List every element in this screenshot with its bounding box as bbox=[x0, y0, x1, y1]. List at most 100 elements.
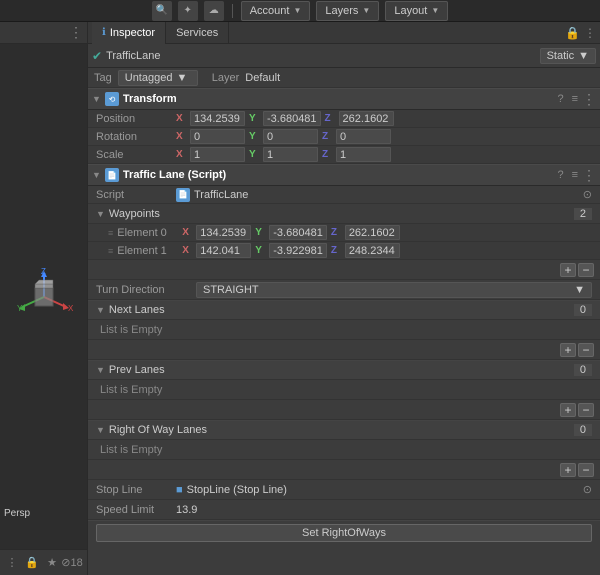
sx-letter: X bbox=[176, 149, 188, 160]
waypoints-header[interactable]: ▼ Waypoints 2 bbox=[88, 204, 600, 224]
script-component-header[interactable]: ▼ 📄 Traffic Lane (Script) ? ≡ ⋮ bbox=[88, 164, 600, 186]
row-add-button[interactable]: + bbox=[560, 463, 576, 477]
tag-value: Untagged bbox=[125, 72, 173, 84]
next-lanes-empty-text: List is Empty bbox=[100, 324, 162, 336]
cloud-icon[interactable]: ☁ bbox=[204, 1, 224, 21]
row-remove-button[interactable]: − bbox=[578, 463, 594, 477]
set-rightofways-button[interactable]: Set RightOfWays bbox=[96, 524, 592, 542]
next-lanes-remove-button[interactable]: − bbox=[578, 343, 594, 357]
layout-button[interactable]: Layout ▼ bbox=[385, 1, 448, 21]
search-icon[interactable]: 🔍 bbox=[152, 1, 172, 21]
left-panel-bottom: ⋮ 🔒 ★ ⊘18 bbox=[0, 549, 87, 575]
rotation-z-value[interactable]: 0 bbox=[336, 129, 391, 144]
e0-x-group: X 134.2539 bbox=[182, 225, 251, 240]
layers-button[interactable]: Layers ▼ bbox=[316, 1, 379, 21]
stop-line-circle-icon[interactable]: ⊙ bbox=[583, 483, 592, 496]
position-z-value[interactable]: 262.1602 bbox=[339, 111, 394, 126]
e1-x-value[interactable]: 142.041 bbox=[196, 243, 251, 258]
e0-z-letter: Z bbox=[331, 227, 343, 238]
rotation-label: Rotation bbox=[96, 131, 176, 143]
lock-tab-icon[interactable]: 🔒 bbox=[565, 26, 580, 40]
position-y-value[interactable]: -3.680481 bbox=[263, 111, 321, 126]
scale-xyz: X 1 Y 1 Z 1 bbox=[176, 147, 592, 162]
e0-x-value[interactable]: 134.2539 bbox=[196, 225, 251, 240]
speed-limit-value[interactable]: 13.9 bbox=[176, 504, 197, 516]
right-of-way-title: Right Of Way Lanes bbox=[109, 424, 574, 436]
prev-lanes-header[interactable]: ▼ Prev Lanes 0 bbox=[88, 360, 600, 380]
position-label: Position bbox=[96, 113, 176, 125]
e1-z-value[interactable]: 248.2344 bbox=[345, 243, 400, 258]
layers-label: Layers bbox=[325, 5, 358, 17]
scale-z-value[interactable]: 1 bbox=[336, 147, 391, 162]
next-lanes-empty: List is Empty bbox=[88, 320, 600, 340]
prev-lanes-empty: List is Empty bbox=[88, 380, 600, 400]
next-lanes-add-button[interactable]: + bbox=[560, 343, 576, 357]
position-z-group: Z 262.1602 bbox=[325, 111, 394, 126]
e0-y-group: Y -3.680481 bbox=[255, 225, 327, 240]
waypoints-fold-icon: ▼ bbox=[96, 209, 105, 219]
tab-inspector[interactable]: ℹ Inspector bbox=[92, 22, 166, 44]
scale-y-value[interactable]: 1 bbox=[263, 147, 318, 162]
main-layout: ⋮ bbox=[0, 22, 600, 575]
e0-z-value[interactable]: 262.1602 bbox=[345, 225, 400, 240]
right-of-way-count: 0 bbox=[574, 424, 592, 436]
star-icon[interactable]: ★ bbox=[44, 555, 60, 571]
tag-dropdown[interactable]: Untagged ▼ bbox=[118, 70, 198, 86]
script-icon: 📄 bbox=[105, 168, 119, 182]
more-tab-icon[interactable]: ⋮ bbox=[584, 26, 596, 40]
checkbox-icon[interactable]: ✔ bbox=[92, 49, 102, 63]
prev-lanes-add-remove: + − bbox=[88, 400, 600, 420]
e1-y-value[interactable]: -3.922981 bbox=[269, 243, 327, 258]
script-dots-icon[interactable]: ⋮ bbox=[582, 167, 596, 184]
layout-label: Layout bbox=[394, 5, 427, 17]
prev-lanes-empty-text: List is Empty bbox=[100, 384, 162, 396]
static-chevron-icon: ▼ bbox=[578, 50, 589, 62]
transform-dots-icon[interactable]: ⋮ bbox=[582, 91, 596, 108]
static-label: Static bbox=[547, 50, 575, 62]
settings-icon[interactable]: ⋮ bbox=[4, 555, 20, 571]
help-icon[interactable]: ? bbox=[557, 93, 563, 105]
info-icon: ℹ bbox=[102, 27, 106, 38]
row-add-remove: + − bbox=[88, 460, 600, 480]
rotation-x-value[interactable]: 0 bbox=[190, 129, 245, 144]
prev-lanes-add-button[interactable]: + bbox=[560, 403, 576, 417]
more-options-icon[interactable]: ⋮ bbox=[69, 24, 83, 41]
script-menu-icon[interactable]: ≡ bbox=[572, 169, 578, 181]
lock-icon[interactable]: 🔒 bbox=[24, 555, 40, 571]
scale-x-value[interactable]: 1 bbox=[190, 147, 245, 162]
e1-y-letter: Y bbox=[255, 245, 267, 256]
position-x-value[interactable]: 134.2539 bbox=[190, 111, 245, 126]
prev-lanes-remove-button[interactable]: − bbox=[578, 403, 594, 417]
z-letter: Z bbox=[325, 113, 337, 124]
e1-z-letter: Z bbox=[331, 245, 343, 256]
right-of-way-header[interactable]: ▼ Right Of Way Lanes 0 bbox=[88, 420, 600, 440]
sz-letter: Z bbox=[322, 149, 334, 160]
waypoints-remove-button[interactable]: − bbox=[578, 263, 594, 277]
tabs-right-actions: 🔒 ⋮ bbox=[565, 26, 596, 40]
scene-view[interactable]: X Y Z Persp bbox=[0, 44, 87, 549]
rotation-z-group: Z 0 bbox=[322, 129, 391, 144]
turn-direction-dropdown[interactable]: STRAIGHT ▼ bbox=[196, 282, 592, 298]
sy-letter: Y bbox=[249, 149, 261, 160]
transform-menu-icon[interactable]: ≡ bbox=[572, 93, 578, 105]
tab-services[interactable]: Services bbox=[166, 22, 229, 44]
next-lanes-header[interactable]: ▼ Next Lanes 0 bbox=[88, 300, 600, 320]
account-button[interactable]: Account ▼ bbox=[241, 1, 311, 21]
sun-icon[interactable]: ✦ bbox=[178, 1, 198, 21]
static-dropdown[interactable]: Static ▼ bbox=[540, 48, 596, 64]
turn-direction-value: STRAIGHT bbox=[203, 284, 259, 296]
e1-x-letter: X bbox=[182, 245, 194, 256]
script-file-icon: 📄 bbox=[176, 188, 190, 202]
script-circle-icon[interactable]: ⊙ bbox=[583, 188, 592, 201]
chevron-down-icon: ▼ bbox=[293, 6, 301, 15]
transform-header[interactable]: ▼ ⟲ Transform ? ≡ ⋮ bbox=[88, 88, 600, 110]
e0-y-letter: Y bbox=[255, 227, 267, 238]
e0-y-value[interactable]: -3.680481 bbox=[269, 225, 327, 240]
prev-lanes-title: Prev Lanes bbox=[109, 364, 574, 376]
left-panel: ⋮ bbox=[0, 22, 88, 575]
transform-title: Transform bbox=[123, 93, 554, 105]
handle-icon: ≡ bbox=[108, 246, 113, 256]
script-help-icon[interactable]: ? bbox=[557, 169, 563, 181]
waypoints-add-button[interactable]: + bbox=[560, 263, 576, 277]
rotation-y-value[interactable]: 0 bbox=[263, 129, 318, 144]
